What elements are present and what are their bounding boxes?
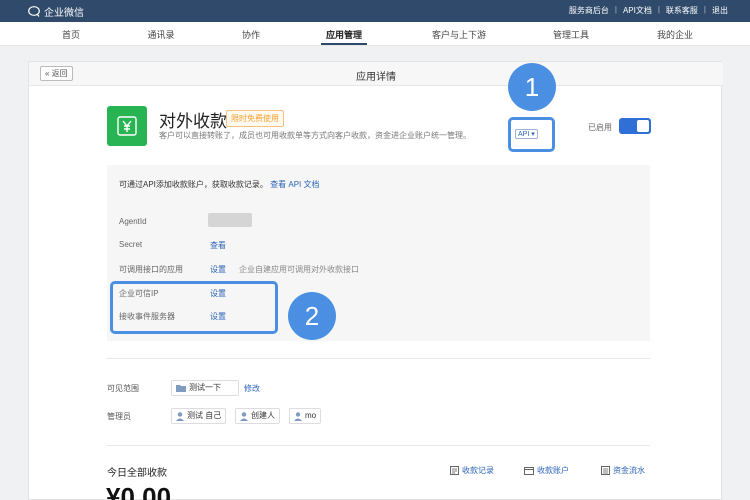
link-contact-support[interactable]: 联系客服 — [666, 5, 698, 16]
highlight-box-api — [508, 117, 555, 152]
yen-icon — [117, 116, 137, 136]
admin-chip: mo — [289, 408, 322, 424]
folder-icon — [176, 385, 186, 392]
separator: | — [657, 5, 660, 14]
admin-name: 创建人 — [251, 411, 275, 420]
nav-active-underline — [321, 43, 367, 45]
nav-home[interactable]: 首页 — [62, 28, 80, 41]
nav-my-company[interactable]: 我的企业 — [657, 28, 693, 41]
annotation-badge-1: 1 — [508, 63, 556, 111]
today-payments-title: 今日全部收款 — [107, 468, 167, 479]
secret-view-link[interactable]: 查看 — [210, 240, 226, 251]
fund-flow-label: 资金流水 — [613, 466, 645, 475]
main-nav: 首页 通讯录 协作 应用管理 客户与上下游 管理工具 我的企业 — [0, 22, 750, 46]
brand-logo[interactable]: 企业微信 — [28, 4, 84, 19]
visibility-edit-link[interactable]: 修改 — [244, 383, 260, 394]
divider — [107, 358, 650, 359]
nav-collaboration[interactable]: 协作 — [242, 28, 260, 41]
callable-apps-set-link[interactable]: 设置 — [210, 264, 226, 275]
admins-label: 管理员 — [107, 412, 131, 421]
link-api-docs[interactable]: API文档 — [623, 5, 652, 16]
nav-app-management[interactable]: 应用管理 — [326, 28, 362, 41]
card-header: 应用详情 « 返回 — [29, 62, 723, 86]
payment-accounts-label: 收款账户 — [537, 466, 569, 475]
separator: | — [703, 5, 706, 14]
brand-name: 企业微信 — [44, 8, 84, 19]
visibility-dept-chip: 测试一下 — [171, 380, 239, 396]
admin-chip: 创建人 — [235, 408, 280, 424]
divider — [107, 445, 650, 446]
agentid-label: AgentId — [119, 217, 147, 226]
person-icon — [294, 411, 302, 421]
status-label: 已启用 — [588, 123, 612, 132]
payment-accounts-link[interactable]: 收款账户 — [524, 465, 569, 476]
person-icon — [240, 411, 248, 421]
fund-flow-link[interactable]: 资金流水 — [601, 465, 645, 476]
app-icon — [107, 106, 147, 146]
top-bar: 企业微信 服务商后台 | API文档 | 联系客服 | 退出 — [0, 0, 750, 22]
link-logout[interactable]: 退出 — [712, 5, 728, 16]
enable-toggle[interactable] — [619, 118, 651, 134]
highlight-box-ip-server — [110, 281, 278, 334]
annotation-badge-2: 2 — [288, 292, 336, 340]
page-title: 应用详情 — [356, 72, 396, 83]
back-button[interactable]: « 返回 — [40, 66, 73, 81]
admin-name: 测试 自己 — [187, 411, 222, 420]
visibility-label: 可见范围 — [107, 384, 139, 393]
nav-contacts[interactable]: 通讯录 — [147, 28, 174, 41]
toggle-knob — [637, 120, 649, 132]
person-icon — [176, 411, 184, 421]
free-tag: 限时免费使用 — [226, 110, 284, 127]
admin-name: mo — [305, 411, 317, 420]
callable-apps-note: 企业自建应用可调用对外收款接口 — [239, 265, 359, 274]
nav-customers[interactable]: 客户与上下游 — [432, 28, 486, 41]
payment-records-label: 收款记录 — [462, 466, 494, 475]
api-intro: 可通过API添加收款账户，获取收款记录。 查看 API 文档 — [119, 179, 319, 190]
card-icon — [524, 466, 534, 475]
visibility-dept-name: 测试一下 — [189, 383, 221, 392]
secret-label: Secret — [119, 240, 143, 249]
today-amount: ¥0.00 — [106, 482, 172, 500]
nav-tools[interactable]: 管理工具 — [553, 28, 589, 41]
app-description: 客户可以直接转账了，成员也可用收款单等方式向客户收款，资金进企业账户统一管理。 — [159, 131, 471, 140]
callable-apps-label: 可调用接口的应用 — [119, 265, 183, 274]
payment-records-link[interactable]: 收款记录 — [450, 465, 494, 476]
wecom-logo-icon — [28, 6, 40, 17]
api-intro-text: 可通过API添加收款账户，获取收款记录。 — [119, 180, 268, 189]
link-provider-admin[interactable]: 服务商后台 — [569, 5, 609, 16]
app-name: 对外收款 — [159, 112, 227, 131]
admin-chip: 测试 自己 — [171, 408, 227, 424]
list-icon — [450, 466, 459, 475]
api-docs-link[interactable]: 查看 API 文档 — [270, 180, 319, 189]
agentid-value-masked — [208, 213, 252, 227]
ledger-icon — [601, 466, 610, 475]
separator: | — [614, 5, 617, 14]
